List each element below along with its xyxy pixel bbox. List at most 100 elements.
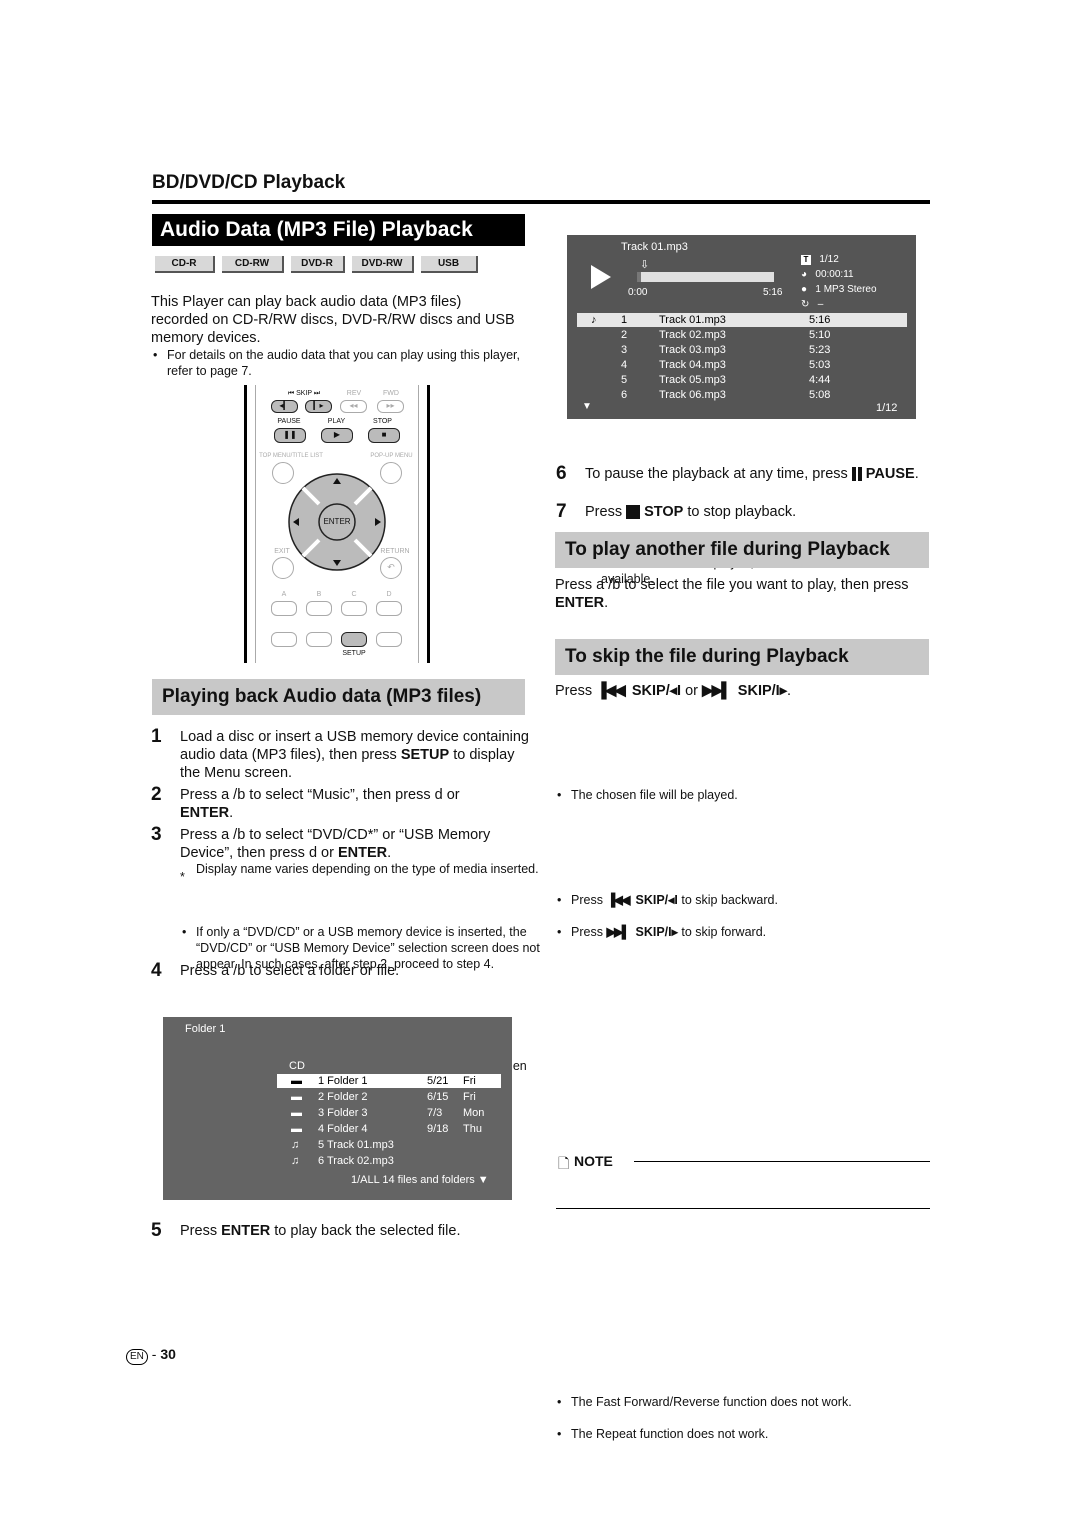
- title-counter: 1/12: [819, 254, 839, 265]
- media-tag-dvd-r: DVD-R: [291, 256, 345, 273]
- folder-list-row[interactable]: ▬ 1 Folder 1 5/21 Fri: [277, 1074, 501, 1088]
- audio-row: ● 1 MP3 Stereo: [801, 282, 877, 297]
- track-number: 4: [621, 359, 628, 371]
- blank-button[interactable]: [376, 632, 402, 647]
- track-number: 2: [621, 329, 628, 341]
- rev-label: REV: [346, 390, 362, 397]
- play-button[interactable]: ▶: [321, 428, 353, 443]
- track-name: Track 05.mp3: [659, 374, 726, 386]
- b-label: B: [316, 591, 322, 598]
- scroll-down-icon[interactable]: ▼: [478, 1174, 489, 1186]
- skip-forward-icon: ▶▶▌: [702, 682, 732, 699]
- text-part: or: [685, 683, 698, 699]
- folder-title: Folder 1: [185, 1023, 226, 1035]
- skip-forward-button[interactable]: ▎▸: [305, 400, 332, 413]
- color-button-d[interactable]: [376, 601, 402, 616]
- progress-start: 0:00: [628, 287, 648, 298]
- step-text-part: Press: [585, 504, 627, 520]
- row-day: Fri: [463, 1075, 476, 1087]
- popup-menu-label: POP-UP MENU: [370, 453, 413, 459]
- step-text: Press a /b to select “Music”, then press…: [180, 786, 515, 822]
- step-3: 3 Press a /b to select “DVD/CD*” or “USB…: [151, 824, 531, 862]
- stop-button[interactable]: ■: [368, 428, 400, 443]
- play-another-heading: To play another file during Playback: [555, 532, 929, 568]
- player-screen: Track 01.mp3 ⇩ 0:00 5:16 T 1/12 ◕ 00:00:…: [567, 235, 916, 419]
- source-label: CD: [289, 1060, 305, 1072]
- return-label: RETURN: [380, 548, 410, 555]
- folder-list-row[interactable]: ♫ 6 Track 02.mp3: [277, 1154, 501, 1168]
- note-label: NOTE: [574, 1153, 613, 1169]
- row-name: 3 Folder 3: [318, 1107, 368, 1119]
- row-name: 5 Track 01.mp3: [318, 1139, 394, 1151]
- step-text-part: .: [229, 805, 234, 821]
- bullet-text: Press: [571, 925, 603, 939]
- skip-back-bullet: Press ▐◀◀ SKIP/◂I to skip backward.: [555, 892, 941, 908]
- color-button-a[interactable]: [271, 601, 297, 616]
- step-text: Load a disc or insert a USB memory devic…: [180, 728, 531, 782]
- step-key: STOP: [644, 504, 684, 520]
- skip-back-button[interactable]: ◂▎: [271, 400, 298, 413]
- setup-label: SETUP: [342, 650, 366, 657]
- folder-list-row[interactable]: ▬ 2 Folder 2 6/15 Fri: [277, 1090, 501, 1104]
- page-number: 30: [160, 1346, 176, 1362]
- track-number: 5: [621, 374, 628, 386]
- track-list-row[interactable]: ♪ 1 Track 01.mp3 5:16: [577, 313, 907, 327]
- track-list-row[interactable]: 3 Track 03.mp3 5:23: [577, 343, 907, 357]
- text-part: Press: [555, 683, 593, 699]
- progress-bar: [637, 272, 774, 282]
- skip-heading: To skip the file during Playback: [555, 639, 929, 675]
- skip-line: Press ▐◀◀ SKIP/◂I or ▶▶▌ SKIP/I▸.: [555, 682, 792, 699]
- stop-icon: [626, 505, 641, 520]
- setup-button[interactable]: [341, 632, 367, 647]
- rev-button[interactable]: ◂◂: [340, 400, 367, 413]
- skip-forward-icon: ▶▶▌: [606, 925, 630, 939]
- row-day: Mon: [463, 1107, 485, 1119]
- page-counter: 1/12: [876, 402, 898, 414]
- pause-button[interactable]: ❚❚: [274, 428, 306, 443]
- blank-button[interactable]: [306, 632, 332, 647]
- color-button-c[interactable]: [341, 601, 367, 616]
- note-rule: [634, 1161, 930, 1162]
- music-note-icon: ♫: [291, 1139, 300, 1151]
- remote-edge: [418, 385, 419, 663]
- track-duration: 5:10: [809, 329, 831, 341]
- audio-icon: ●: [801, 284, 808, 295]
- step-text: Press a /b to select “DVD/CD*” or “USB M…: [180, 826, 510, 862]
- pause-label: PAUSE: [277, 418, 301, 425]
- folder-list-row[interactable]: ▬ 3 Folder 3 7/3 Mon: [277, 1106, 501, 1120]
- progress-fill: [637, 272, 642, 282]
- step-number: 2: [151, 784, 162, 805]
- scroll-down-icon[interactable]: ▼: [582, 401, 592, 412]
- note-item: The Fast Forward/Reverse function does n…: [555, 1394, 941, 1410]
- time-row: ◕ 00:00:11: [801, 267, 877, 282]
- folder-list-row[interactable]: ▬ 4 Folder 4 9/18 Thu: [277, 1122, 501, 1136]
- skip-back-icon: ▐◀◀: [606, 893, 630, 907]
- note-icon: 🗋: [558, 1155, 570, 1171]
- track-list-row[interactable]: 2 Track 02.mp3 5:10: [577, 328, 907, 342]
- fwd-label: FWD: [383, 390, 399, 397]
- track-list-row[interactable]: 6 Track 06.mp3 5:08: [577, 388, 907, 402]
- header-rule: [152, 200, 930, 204]
- top-menu-label: TOP MENU/TITLE LIST: [259, 453, 323, 459]
- step-5: 5 Press ENTER to play back the selected …: [151, 1220, 531, 1241]
- audio-info: 1 MP3 Stereo: [815, 284, 877, 295]
- page-footer: EN - 30: [126, 1346, 176, 1365]
- row-date: 6/15: [427, 1091, 449, 1103]
- pause-icon: [851, 467, 856, 482]
- folder-list-row[interactable]: ♫ 5 Track 01.mp3: [277, 1138, 501, 1152]
- step-text-part: to stop playback.: [683, 504, 797, 520]
- text-key: ENTER: [555, 595, 605, 611]
- blank-button[interactable]: [271, 632, 297, 647]
- track-list-row[interactable]: 5 Track 05.mp3 4:44: [577, 373, 907, 387]
- exit-button[interactable]: [272, 557, 294, 579]
- fwd-button[interactable]: ▸▸: [377, 400, 404, 413]
- step-number: 7: [556, 501, 567, 522]
- track-list-row[interactable]: 4 Track 04.mp3 5:03: [577, 358, 907, 372]
- intro-text: This Player can play back audio data (MP…: [151, 294, 515, 346]
- step-text: Press a /b to select a folder or file.: [180, 963, 400, 979]
- return-button[interactable]: ↶: [380, 557, 402, 579]
- track-name: Track 06.mp3: [659, 389, 726, 401]
- skip-forward-bullet: Press ▶▶▌ SKIP/I▸ to skip forward.: [555, 924, 941, 940]
- track-name: Track 01.mp3: [659, 314, 726, 326]
- color-button-b[interactable]: [306, 601, 332, 616]
